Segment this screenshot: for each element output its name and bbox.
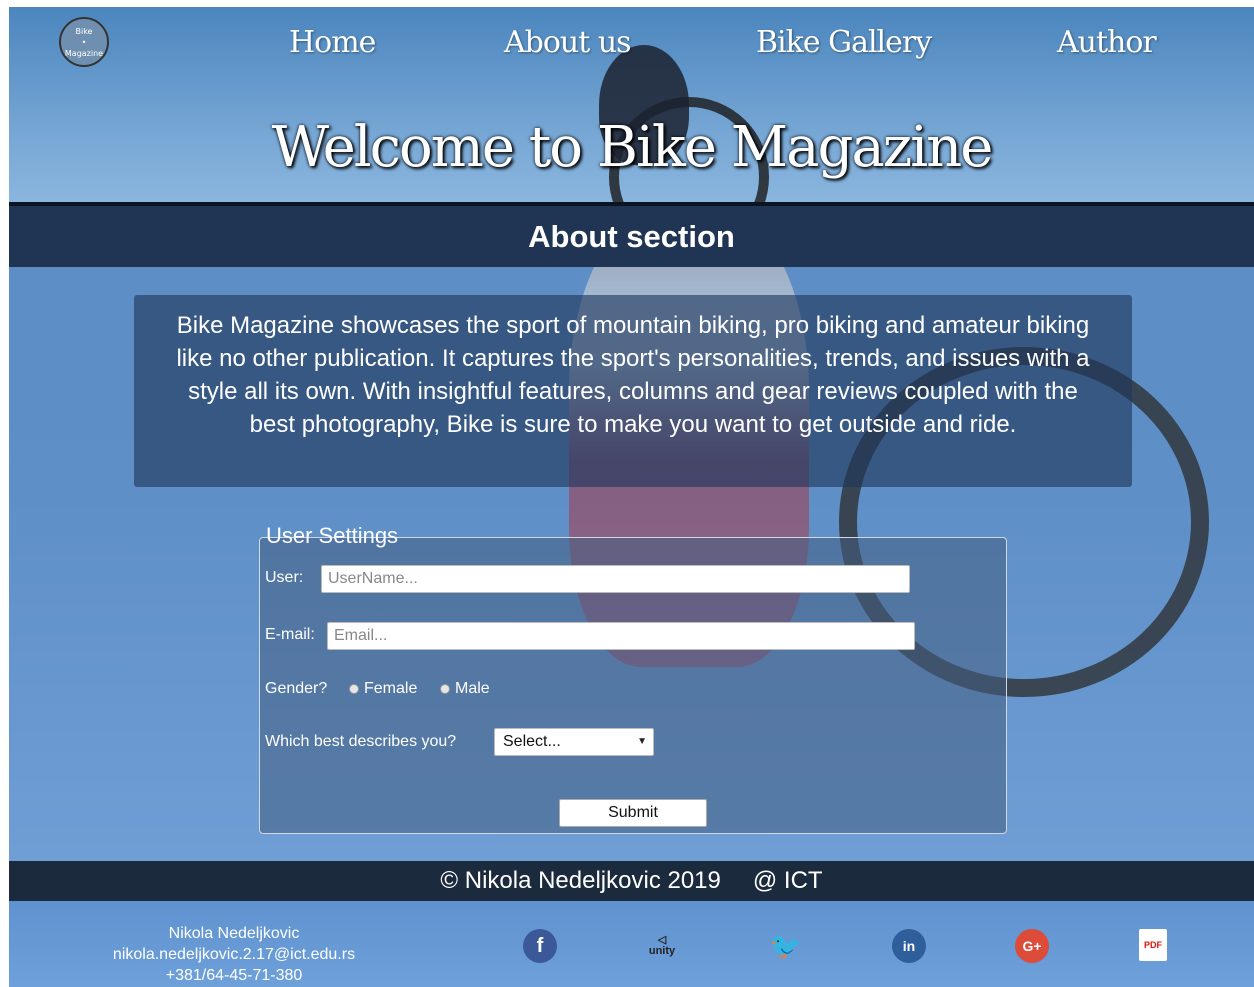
copyright-text: © Nikola Nedeljkovic 2019 (440, 867, 721, 894)
logo-dot: • (81, 37, 87, 47)
section-bar: About section (9, 202, 1254, 267)
page: Bike • Magazine Home About us Bike Galle… (9, 7, 1254, 987)
nav-bike-gallery[interactable]: Bike Gallery (756, 25, 932, 60)
user-label: User: (265, 569, 304, 586)
nav-author[interactable]: Author (1057, 25, 1157, 60)
logo-line1: Bike (75, 26, 93, 36)
submit-button[interactable]: Submit (559, 799, 707, 827)
female-radio[interactable] (349, 684, 359, 694)
pdf-icon[interactable]: PDF (1139, 929, 1167, 961)
describe-select-value: Select... (503, 733, 561, 750)
contact-name: Nikola Nedeljkovic (168, 925, 300, 942)
describe-select[interactable]: Select... ▼ (494, 728, 654, 756)
linkedin-icon[interactable]: in (892, 929, 926, 963)
contact-email[interactable]: nikola.nedeljkovic.2.17@ict.edu.rs (89, 944, 379, 965)
twitter-icon[interactable]: 🐦 (769, 929, 803, 963)
nav-about-us[interactable]: About us (504, 25, 632, 60)
username-input[interactable]: UserName... (321, 565, 910, 593)
contact-info: Nikola Nedeljkovic nikola.nedeljkovic.2.… (89, 923, 379, 986)
male-label: Male (455, 680, 490, 697)
logo-line2: Magazine (64, 48, 104, 58)
org-text: @ ICT (752, 867, 823, 894)
male-radio[interactable] (440, 684, 450, 694)
google-plus-icon[interactable]: G+ (1015, 929, 1049, 963)
unity-icon[interactable]: ◁ unity (645, 929, 679, 963)
section-title: About section (528, 218, 735, 254)
email-input[interactable]: Email... (327, 622, 915, 650)
about-text: Bike Magazine showcases the sport of mou… (134, 295, 1132, 487)
hero-title: Welcome to Bike Magazine (271, 115, 994, 180)
email-label: E-mail: (265, 626, 315, 643)
user-settings-legend: User Settings (266, 523, 399, 548)
nav-home[interactable]: Home (289, 25, 376, 60)
facebook-icon[interactable]: f (523, 929, 557, 963)
gender-label: Gender? (265, 680, 328, 697)
chevron-down-icon: ▼ (637, 736, 647, 747)
footer-bar: © Nikola Nedeljkovic 2019 @ ICT (9, 861, 1254, 901)
describe-label: Which best describes you? (265, 733, 457, 750)
female-label: Female (364, 680, 418, 697)
contact-phone: +381/64-45-71-380 (165, 967, 303, 984)
site-logo[interactable]: Bike • Magazine (59, 17, 109, 67)
